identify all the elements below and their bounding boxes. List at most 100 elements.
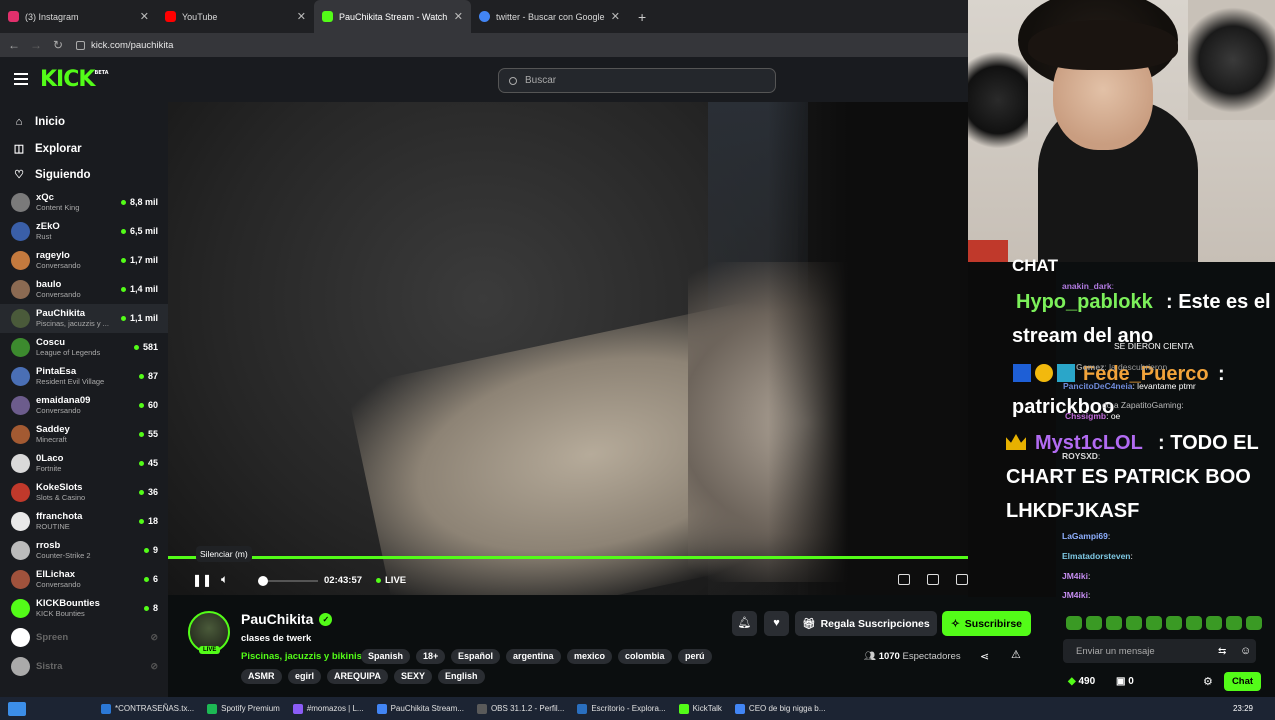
sidebar-channel[interactable]: 0Laco Fortnite 45: [0, 449, 168, 478]
browser-tab-youtube[interactable]: YouTube ✕: [157, 0, 314, 33]
stream-tag[interactable]: English: [438, 669, 485, 684]
sidebar-channel[interactable]: zEkO Rust 6,5 mil: [0, 217, 168, 246]
emote-icon[interactable]: [1126, 616, 1142, 630]
taskbar-item[interactable]: #momazos | L...: [288, 700, 369, 718]
taskbar-item[interactable]: PauChikita Stream...: [372, 700, 469, 718]
clip-icon[interactable]: [927, 574, 939, 585]
smiley-icon[interactable]: ☺: [1240, 645, 1251, 657]
url-field[interactable]: kick.com/pauchikita: [76, 40, 173, 51]
volume-knob[interactable]: [258, 576, 268, 586]
emote-icon[interactable]: [1106, 616, 1122, 630]
stream-tag[interactable]: colombia: [618, 649, 672, 664]
taskbar-item[interactable]: CEO de big nigga b...: [730, 700, 831, 718]
new-tab-button[interactable]: +: [638, 9, 646, 25]
sidebar-channel[interactable]: KokeSlots Slots & Casino 36: [0, 478, 168, 507]
back-icon[interactable]: ←: [6, 38, 22, 52]
sidebar-channel[interactable]: xQc Content King 8,8 mil: [0, 188, 168, 217]
stream-tag[interactable]: perú: [678, 649, 712, 664]
sidebar-channel[interactable]: rrosb Counter-Strike 2 9: [0, 536, 168, 565]
browser-tab-instagram[interactable]: (3) Instagram ✕: [0, 0, 157, 33]
close-icon[interactable]: ✕: [611, 10, 620, 23]
video-player[interactable]: [168, 102, 968, 595]
chat-input[interactable]: Enviar un mensaje: [1063, 639, 1256, 663]
theater-icon[interactable]: [956, 574, 968, 585]
live-indicator[interactable]: LIVE: [376, 575, 406, 586]
chat-settings-icon[interactable]: ⚙: [1203, 675, 1213, 688]
taskbar-item[interactable]: Escritorio - Explora...: [572, 700, 670, 718]
close-icon[interactable]: ✕: [140, 10, 149, 23]
stream-tag[interactable]: mexico: [567, 649, 613, 664]
stream-tag[interactable]: SEXY: [394, 669, 433, 684]
forward-icon[interactable]: →: [28, 38, 44, 52]
miniplayer-icon[interactable]: [898, 574, 910, 585]
sidebar-channel[interactable]: PauChikita Piscinas, jacuzzis y ... 1,1 mi…: [0, 303, 168, 333]
sidebar-channel[interactable]: Saddey Minecraft 55: [0, 420, 168, 449]
sidebar-channel[interactable]: PintaEsa Resident Evil Village 87: [0, 362, 168, 391]
pause-icon[interactable]: ❚❚: [192, 573, 212, 587]
chat-user[interactable]: anakin_dark: [1062, 281, 1112, 291]
emote-icon[interactable]: [1086, 616, 1102, 630]
progress-bar[interactable]: [168, 556, 1048, 559]
volume-icon[interactable]: 🔈︎: [221, 572, 228, 587]
stream-tag[interactable]: ASMR: [241, 669, 282, 684]
stream-tag[interactable]: egirl: [288, 669, 322, 684]
windows-start-icon[interactable]: [8, 701, 26, 716]
close-icon[interactable]: ✕: [297, 10, 306, 23]
nav-inicio[interactable]: ⌂ Inicio: [0, 109, 168, 136]
chat-user[interactable]: Gomez: [1076, 362, 1104, 372]
chat-user[interactable]: Chssigmb: [1065, 411, 1106, 421]
sidebar-channel[interactable]: Sistra ⊘: [0, 652, 168, 681]
nav-explorar[interactable]: ◫ Explorar: [0, 136, 168, 163]
sidebar-channel[interactable]: emaidana09 Conversando 60: [0, 391, 168, 420]
taskbar-item[interactable]: OBS 31.1.2 - Perfil...: [472, 700, 569, 718]
sidebar-channel[interactable]: ElLichax Conversando 6: [0, 565, 168, 594]
channel-points[interactable]: ◆ 490: [1068, 676, 1095, 687]
report-icon[interactable]: ⚠: [1011, 648, 1021, 661]
chat-user[interactable]: PancitoDeC4neia: [1063, 381, 1132, 391]
stream-tag[interactable]: argentina: [506, 649, 561, 664]
sidebar-channel[interactable]: ffranchota ROUTINE 18: [0, 507, 168, 536]
kick-logo[interactable]: KICKBETA: [40, 67, 109, 92]
gift-subs-button[interactable]: 🎁︎ Regala Suscripciones: [795, 611, 937, 636]
chat-user[interactable]: LaGampi69: [1062, 531, 1108, 541]
stream-tag[interactable]: Español: [451, 649, 501, 664]
channel-name[interactable]: PauChikita ✓: [241, 611, 333, 627]
chat-user[interactable]: ROYSXD: [1062, 451, 1098, 461]
menu-icon[interactable]: [14, 73, 28, 85]
chat-send-button[interactable]: Chat: [1224, 672, 1261, 691]
taskbar-item[interactable]: Spotify Premium: [202, 700, 285, 718]
emote-icon[interactable]: [1166, 616, 1182, 630]
sidebar-channel[interactable]: Spreen ⊘: [0, 623, 168, 652]
nav-siguiendo[interactable]: ♡ Siguiendo: [0, 162, 168, 189]
sidebar-channel[interactable]: rageylo Conversando 1,7 mil: [0, 246, 168, 275]
emote-picker-icon[interactable]: ⇆: [1218, 646, 1226, 657]
stream-tag[interactable]: Spanish: [361, 649, 411, 664]
search-input[interactable]: Buscar: [498, 68, 776, 93]
sidebar-channel[interactable]: Coscu League of Legends 581: [0, 333, 168, 362]
emote-icon[interactable]: [1066, 616, 1082, 630]
chat-user[interactable]: JM4iki: [1062, 571, 1088, 581]
reload-icon[interactable]: ↻: [50, 38, 66, 52]
close-icon[interactable]: ✕: [454, 10, 463, 23]
emote-icon[interactable]: [1206, 616, 1222, 630]
emote-icon[interactable]: [1146, 616, 1162, 630]
sidebar-channel[interactable]: baulo Conversando 1,4 mil: [0, 275, 168, 304]
subscribe-button[interactable]: ✧ Suscribirse: [942, 611, 1031, 636]
emote-icon[interactable]: [1226, 616, 1242, 630]
emote-icon[interactable]: [1246, 616, 1262, 630]
chat-user[interactable]: Elmatadorsteven: [1062, 551, 1131, 561]
notification-bell-icon[interactable]: 🔔︎: [732, 611, 757, 636]
taskbar-item[interactable]: KickTalk: [674, 700, 727, 718]
browser-tab-kick[interactable]: PauChikita Stream - Watch Live ✕: [314, 0, 471, 33]
share-icon[interactable]: ⋖: [980, 650, 989, 663]
gift-count[interactable]: ▣ 0: [1116, 676, 1134, 687]
stream-category[interactable]: Piscinas, jacuzzis y bikinis: [241, 651, 362, 662]
sidebar-channel[interactable]: KICKBounties KICK Bounties 8: [0, 594, 168, 623]
follow-heart-icon[interactable]: ♥: [764, 611, 789, 636]
taskbar-item[interactable]: *CONTRASEÑAS.tx...: [96, 700, 199, 718]
site-info-icon[interactable]: [76, 40, 85, 50]
chat-user[interactable]: JM4iki: [1062, 590, 1088, 600]
stream-tag[interactable]: 18+: [416, 649, 446, 664]
browser-tab-google[interactable]: twitter - Buscar con Google ✕: [471, 0, 628, 33]
taskbar-clock[interactable]: 23:29: [1233, 704, 1253, 713]
